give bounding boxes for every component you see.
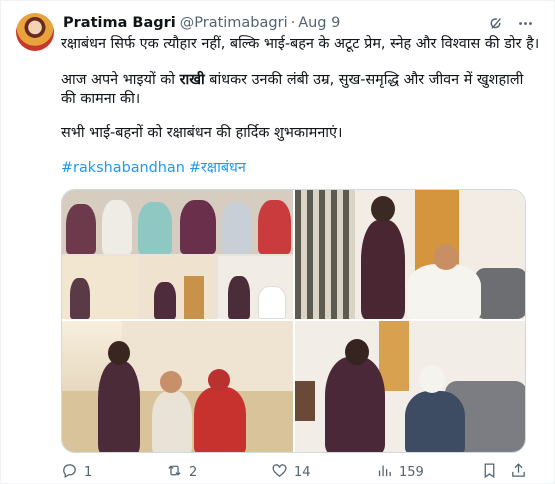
tweet-bold-word: राखी <box>179 72 205 88</box>
reply-count: 1 <box>84 464 93 480</box>
photo-door <box>184 276 204 319</box>
photo-person <box>222 202 252 254</box>
grok-icon[interactable] <box>486 14 504 32</box>
photo-head <box>371 196 395 222</box>
views-icon <box>376 462 393 483</box>
like-icon <box>271 462 288 483</box>
photo-head <box>433 244 459 270</box>
like-count: 14 <box>294 464 311 480</box>
repost-button[interactable]: 2 <box>166 461 197 483</box>
photo-3[interactable] <box>62 321 293 452</box>
repost-count: 2 <box>189 464 198 480</box>
tweet-header: Pratima Bagri @Pratimabagri · Aug 9 <box>63 13 534 33</box>
repost-icon <box>166 462 183 483</box>
tweet-date[interactable]: Aug 9 <box>298 15 340 31</box>
photo-door <box>379 321 409 391</box>
photo-person <box>138 202 172 254</box>
photo-head <box>419 365 445 393</box>
collage-panel <box>218 256 293 319</box>
avatar[interactable] <box>16 13 54 51</box>
photo-person <box>70 278 90 319</box>
action-bar: 1 2 14 159 <box>61 461 531 483</box>
photo-person <box>152 391 192 452</box>
photo-person <box>228 276 250 319</box>
photo-head <box>208 369 230 391</box>
photo-head <box>345 339 369 365</box>
reply-icon <box>61 462 78 483</box>
author-handle[interactable]: @Pratimabagri <box>180 15 288 31</box>
photo-person <box>194 387 246 452</box>
tweet-line-2-pre: आज अपने भाइयों को <box>61 72 180 88</box>
tweet-line-2: आज अपने भाइयों को राखी बांधकर उनकी लंबी … <box>61 71 523 90</box>
photo-head <box>160 371 182 393</box>
photo-person <box>154 282 176 319</box>
tweet-line-2-post: बांधकर उनकी लंबी उम्र, सुख-समृद्धि और जी… <box>204 72 524 88</box>
photo-person <box>66 204 96 254</box>
tweet-line-1: रक्षाबंधन सिर्फ एक त्यौहार नहीं, बल्कि भ… <box>61 36 540 52</box>
photo-1[interactable] <box>62 190 293 319</box>
collage-top-panel <box>62 190 293 254</box>
photo-person <box>258 286 286 319</box>
more-icon[interactable] <box>516 14 534 32</box>
hashtag-link[interactable]: #rakshabandhan <box>61 160 185 176</box>
views-button[interactable]: 159 <box>376 461 424 483</box>
collage-panel <box>140 256 216 319</box>
photo-head <box>108 341 130 365</box>
photo-person <box>325 357 385 452</box>
tweet-line-3: की कामना की। <box>61 91 141 107</box>
share-icon <box>510 462 527 483</box>
photo-person <box>258 200 291 254</box>
separator-dot: · <box>290 15 296 31</box>
like-button[interactable]: 14 <box>271 461 311 483</box>
photo-person <box>102 200 132 254</box>
bookmark-icon <box>481 462 498 483</box>
views-count: 159 <box>399 464 424 480</box>
share-button[interactable] <box>510 461 527 483</box>
hashtags: #rakshabandhan #रक्षाबंधन <box>61 159 250 178</box>
photo-person <box>361 220 405 319</box>
photo-person <box>407 264 481 319</box>
photo-person <box>180 200 216 254</box>
tweet-card[interactable]: Pratima Bagri @Pratimabagri · Aug 9 रक्ष… <box>0 0 555 484</box>
photo-person <box>98 361 140 452</box>
author-name[interactable]: Pratima Bagri <box>63 15 176 31</box>
reply-button[interactable]: 1 <box>61 461 92 483</box>
media-grid <box>61 189 526 453</box>
photo-table <box>295 381 315 421</box>
photo-person <box>405 391 465 452</box>
photo-4[interactable] <box>295 321 525 452</box>
bookmark-button[interactable] <box>481 461 498 483</box>
photo-curtain <box>295 190 355 319</box>
hashtag-link[interactable]: #रक्षाबंधन <box>189 160 246 176</box>
collage-panel <box>62 256 138 319</box>
tweet-line-4: सभी भाई-बहनों को रक्षाबंधन की हार्दिक शु… <box>61 125 343 141</box>
header-icons <box>486 13 534 33</box>
photo-sofa <box>475 268 525 319</box>
photo-2[interactable] <box>295 190 525 319</box>
